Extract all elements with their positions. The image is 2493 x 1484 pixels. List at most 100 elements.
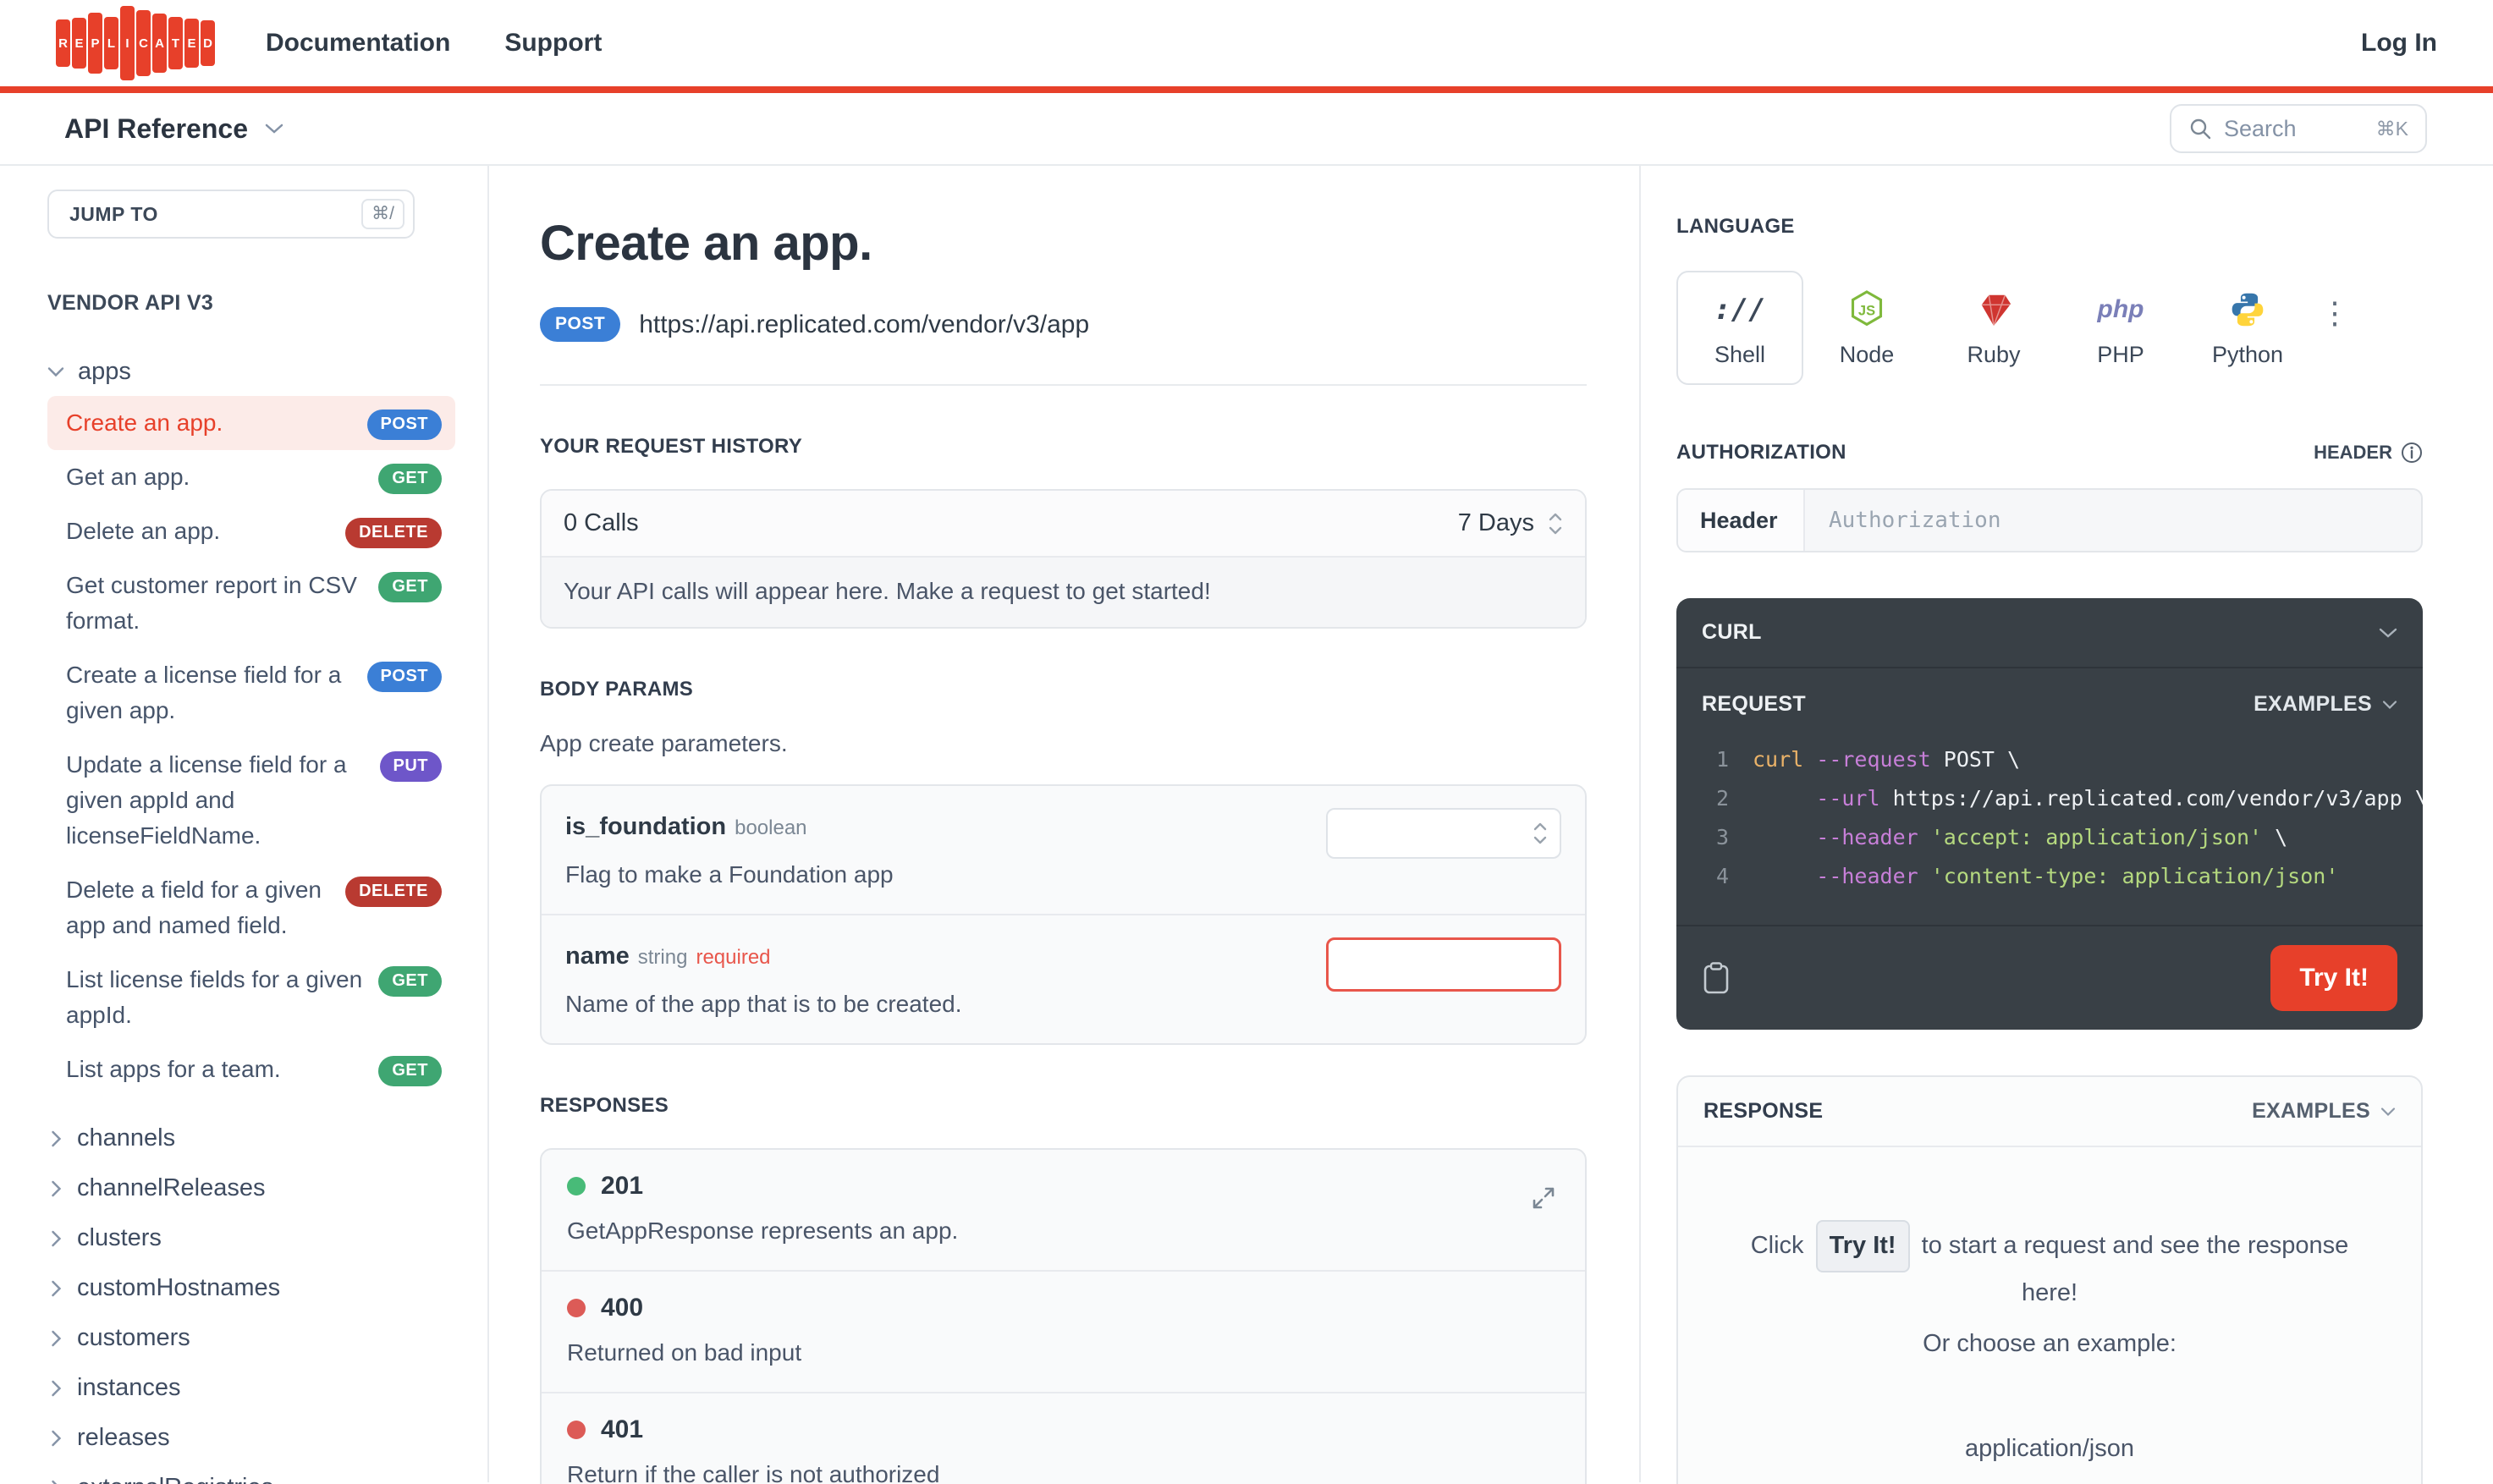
sidebar-group-customers[interactable]: customers bbox=[47, 1313, 487, 1363]
sidebar-endpoint[interactable]: Create an app. POST bbox=[47, 396, 455, 450]
sidebar-group-channelReleases[interactable]: channelReleases bbox=[47, 1163, 487, 1213]
jump-to-input[interactable]: JUMP TO ⌘/ bbox=[47, 190, 415, 239]
navbar-links: Documentation Support bbox=[266, 29, 656, 58]
try-it-button[interactable]: Try It! bbox=[2270, 945, 2397, 1011]
sidebar-endpoint[interactable]: Create a license field for a given app. P… bbox=[47, 648, 455, 738]
login-link[interactable]: Log In bbox=[2361, 29, 2437, 58]
language-option-ruby[interactable]: Ruby bbox=[1930, 271, 2057, 385]
language-option-shell[interactable]: :// Shell bbox=[1676, 271, 1803, 385]
logo-letter: A bbox=[152, 14, 167, 73]
chevron-down-icon[interactable] bbox=[2379, 627, 2397, 639]
navbar-link-support[interactable]: Support bbox=[504, 29, 602, 58]
sidebar-group-apps[interactable]: apps bbox=[47, 358, 487, 386]
response-description: GetAppResponse represents an app. bbox=[567, 1217, 959, 1244]
authorization-input[interactable]: Authorization bbox=[1805, 490, 2421, 551]
param-input-name[interactable] bbox=[1326, 937, 1561, 992]
sidebar-endpoint[interactable]: Delete an app. DELETE bbox=[47, 504, 455, 558]
updown-chevron-icon bbox=[1549, 513, 1562, 534]
language-option-python[interactable]: Python bbox=[2184, 271, 2311, 385]
authorization-heading: AUTHORIZATION bbox=[1676, 441, 1846, 464]
expand-icon[interactable] bbox=[1531, 1185, 1556, 1211]
authorization-field-label: Header bbox=[1678, 490, 1805, 551]
code-token: POST \ bbox=[1943, 747, 2021, 772]
endpoint-label: Get an app. bbox=[66, 464, 190, 490]
endpoint-url-row: POST https://api.replicated.com/vendor/v… bbox=[540, 307, 1587, 342]
response-examples-dropdown[interactable]: EXAMPLES bbox=[2252, 1099, 2396, 1124]
param-select-is_foundation[interactable] bbox=[1326, 808, 1561, 859]
authorization-row: AUTHORIZATION HEADER bbox=[1676, 441, 2423, 464]
code-token: 'content-type: application/json' bbox=[1930, 864, 2339, 888]
response-row-201: 201 GetAppResponse represents an app. bbox=[542, 1150, 1585, 1272]
group-name: releases bbox=[77, 1424, 170, 1451]
sidebar-group-instances[interactable]: instances bbox=[47, 1363, 487, 1413]
param-description: Flag to make a Foundation app bbox=[565, 861, 894, 888]
jump-to-shortcut: ⌘/ bbox=[361, 199, 404, 229]
method-badge-post: POST bbox=[540, 307, 621, 342]
language-label: Ruby bbox=[1967, 342, 2021, 367]
sidebar-group-externalRegistries[interactable]: externalRegistries bbox=[47, 1463, 487, 1484]
logo-letter: D bbox=[201, 20, 215, 66]
sidebar-endpoint[interactable]: Delete a field for a given app and named… bbox=[47, 863, 455, 953]
code-token: --url bbox=[1816, 786, 1893, 811]
sidebar-group-releases[interactable]: releases bbox=[47, 1413, 487, 1463]
api-reference-dropdown[interactable]: API Reference bbox=[64, 113, 283, 145]
navbar-link-documentation[interactable]: Documentation bbox=[266, 29, 450, 58]
method-badge-put: PUT bbox=[379, 751, 442, 782]
sidebar-endpoint[interactable]: Get an app. GET bbox=[47, 450, 455, 504]
example-content-type[interactable]: application/json bbox=[1720, 1428, 2379, 1469]
sidebar-group-channels[interactable]: channels bbox=[47, 1113, 487, 1163]
replicated-logo[interactable]: REPLICATED bbox=[56, 6, 215, 80]
param-info: name string required Name of the app that i… bbox=[565, 937, 1326, 1018]
language-option-php[interactable]: php PHP bbox=[2057, 271, 2184, 385]
method-badge-get: GET bbox=[378, 1056, 442, 1086]
method-badge-post: POST bbox=[366, 409, 442, 440]
info-icon[interactable] bbox=[2401, 442, 2423, 464]
code-token: 'accept: application/json' bbox=[1930, 825, 2263, 849]
chevron-right-icon bbox=[52, 1130, 62, 1146]
language-heading: LANGUAGE bbox=[1676, 215, 1795, 238]
chevron-down-icon bbox=[2380, 1107, 2396, 1116]
response-panel-header: RESPONSE EXAMPLES bbox=[1678, 1077, 2421, 1147]
chevron-right-icon bbox=[52, 1480, 58, 1484]
svg-text:JS: JS bbox=[1858, 303, 1875, 318]
jump-to-label: JUMP TO bbox=[69, 202, 158, 225]
sidebar-endpoint[interactable]: List apps for a team. GET bbox=[47, 1042, 455, 1097]
method-badge-get: GET bbox=[378, 464, 442, 494]
history-range-select[interactable]: 7 Days bbox=[1458, 509, 1563, 537]
code-token: --request bbox=[1816, 747, 1944, 772]
sidebar: JUMP TO ⌘/ VENDOR API V3 apps Create an … bbox=[0, 166, 489, 1484]
body-params-intro: App create parameters. bbox=[540, 730, 788, 756]
logo-letter: C bbox=[136, 10, 151, 76]
curl-code-block: 1 curl --request POST \ 2 --url https://ap… bbox=[1676, 725, 2423, 926]
sidebar-endpoint[interactable]: List license fields for a given appId. GE… bbox=[47, 953, 455, 1042]
shell-icon: :// bbox=[1714, 293, 1766, 327]
response-code: 201 bbox=[601, 1172, 644, 1200]
response-hint: Click Try It! to start a request and see… bbox=[1720, 1220, 2379, 1313]
sidebar-endpoint[interactable]: Get customer report in CSV format. GET bbox=[47, 558, 455, 648]
right-panel: LANGUAGE :// Shell JS Node Ruby php PHP Python ⋮… bbox=[1639, 166, 2493, 1484]
request-examples-dropdown[interactable]: EXAMPLES bbox=[2254, 692, 2397, 717]
line-number: 1 bbox=[1715, 747, 1729, 772]
group-name: channelReleases bbox=[77, 1174, 266, 1201]
sidebar-endpoint[interactable]: Update a license field for a given appId… bbox=[47, 738, 455, 863]
request-history-empty-message: Your API calls will appear here. Make a … bbox=[542, 558, 1585, 627]
language-label: PHP bbox=[2097, 342, 2144, 367]
curl-panel-header[interactable]: CURL bbox=[1676, 598, 2423, 668]
code-token: --header bbox=[1816, 825, 1931, 849]
request-history-heading: YOUR REQUEST HISTORY bbox=[540, 435, 803, 458]
sidebar-group-clusters[interactable]: clusters bbox=[47, 1213, 487, 1263]
response-title: RESPONSE bbox=[1703, 1099, 1824, 1123]
response-code-line: 201 bbox=[567, 1172, 1560, 1201]
copy-icon[interactable] bbox=[1702, 961, 1731, 995]
response-code: 401 bbox=[601, 1415, 644, 1443]
line-number: 2 bbox=[1715, 786, 1729, 811]
language-option-node[interactable]: JS Node bbox=[1803, 271, 1930, 385]
response-examples-label: EXAMPLES bbox=[2252, 1099, 2370, 1123]
chevron-right-icon bbox=[52, 1380, 62, 1396]
search-input[interactable]: Search ⌘K bbox=[2170, 104, 2427, 153]
endpoint-label: Delete a field for a given app and named… bbox=[66, 877, 322, 938]
more-languages-icon[interactable]: ⋮ bbox=[2320, 298, 2350, 328]
search-placeholder: Search bbox=[2224, 115, 2297, 141]
page-title: Create an app. bbox=[540, 216, 872, 271]
sidebar-group-customHostnames[interactable]: customHostnames bbox=[47, 1263, 487, 1313]
